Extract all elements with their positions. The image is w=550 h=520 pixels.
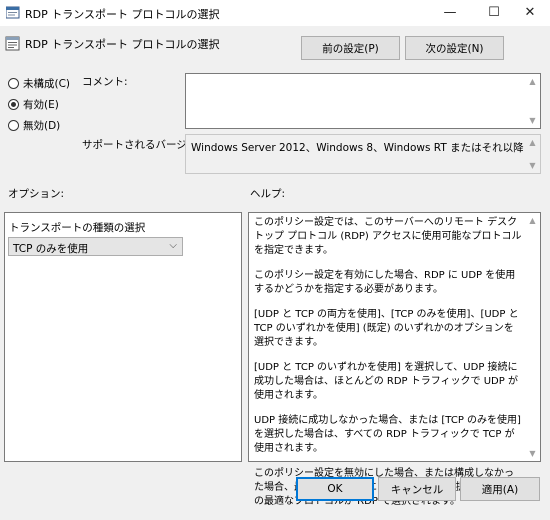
scroll-down-icon[interactable]: ▼ xyxy=(525,116,540,125)
help-panel: このポリシー設定では、このサーバーへのリモート デスクトップ プロトコル (RD… xyxy=(248,212,541,507)
radio-label: 無効(D) xyxy=(23,119,61,132)
scroll-up-icon[interactable]: ▲ xyxy=(525,77,540,86)
ok-button[interactable]: OK xyxy=(296,477,374,501)
help-paragraph: [UDP と TCP のいずれかを使用] を選択して、UDP 接続に成功した場合… xyxy=(254,362,518,401)
supported-field: Windows Server 2012、Windows 8、Windows RT… xyxy=(185,134,541,174)
next-setting-button[interactable]: 次の設定(N) xyxy=(405,36,504,60)
scroll-down-icon[interactable]: ▼ xyxy=(525,449,540,458)
radio-circle-selected xyxy=(8,98,19,110)
transport-type-value: TCP のみを使用 xyxy=(13,243,89,255)
help-text: このポリシー設定では、このサーバーへのリモート デスクトップ プロトコル (RD… xyxy=(254,216,522,520)
supported-value: Windows Server 2012、Windows 8、Windows RT… xyxy=(191,142,524,154)
title-bar: RDP トランスポート プロトコルの選択 — ☐ ✕ xyxy=(0,0,550,26)
help-paragraph: このポリシー設定を有効にした場合、RDP に UDP を使用するかどうかを指定す… xyxy=(254,270,516,295)
policy-icon xyxy=(6,6,20,19)
radio-enabled[interactable]: 有効(E) xyxy=(8,96,59,112)
transport-type-select[interactable]: TCP のみを使用 ⌵ xyxy=(8,237,183,256)
previous-setting-button[interactable]: 前の設定(P) xyxy=(301,36,400,60)
radio-not-configured[interactable]: 未構成(C) xyxy=(8,75,70,91)
window-title: RDP トランスポート プロトコルの選択 xyxy=(25,8,220,21)
radio-disabled[interactable]: 無効(D) xyxy=(8,117,60,133)
close-button[interactable]: ✕ xyxy=(510,0,550,26)
radio-circle xyxy=(8,119,19,131)
supported-scrollbar[interactable]: ▲ ▼ xyxy=(525,135,540,173)
transport-type-label: トランスポートの種類の選択 xyxy=(9,222,146,234)
help-paragraph: UDP 接続に成功しなかった場合、または [TCP のみを使用] を選択した場合… xyxy=(254,415,521,454)
help-paragraph: [UDP と TCP の両方を使用]、[TCP のみを使用]、[UDP と TC… xyxy=(254,309,519,348)
comment-label: コメント: xyxy=(82,76,128,88)
scroll-up-icon[interactable]: ▲ xyxy=(525,138,540,147)
minimize-button[interactable]: — xyxy=(430,0,470,26)
help-scrollbar[interactable]: ▲ ▼ xyxy=(525,213,540,461)
comment-field[interactable]: ▲ ▼ xyxy=(185,73,541,129)
chevron-down-icon: ⌵ xyxy=(169,240,177,251)
setting-icon xyxy=(5,36,20,51)
help-label: ヘルプ: xyxy=(250,188,286,200)
setting-title: RDP トランスポート プロトコルの選択 xyxy=(25,38,220,51)
maximize-button[interactable]: ☐ xyxy=(474,0,514,26)
radio-label: 有効(E) xyxy=(23,98,59,111)
help-paragraph: このポリシー設定では、このサーバーへのリモート デスクトップ プロトコル (RD… xyxy=(254,217,522,256)
radio-label: 未構成(C) xyxy=(23,77,71,90)
apply-button[interactable]: 適用(A) xyxy=(460,477,540,501)
radio-circle xyxy=(8,77,19,89)
scroll-down-icon[interactable]: ▼ xyxy=(525,161,540,170)
options-label: オプション: xyxy=(8,188,65,200)
comment-scrollbar[interactable]: ▲ ▼ xyxy=(525,74,540,128)
cancel-button[interactable]: キャンセル xyxy=(378,477,456,501)
scroll-up-icon[interactable]: ▲ xyxy=(525,216,540,225)
options-panel: トランスポートの種類の選択 TCP のみを使用 ⌵ xyxy=(4,212,242,462)
